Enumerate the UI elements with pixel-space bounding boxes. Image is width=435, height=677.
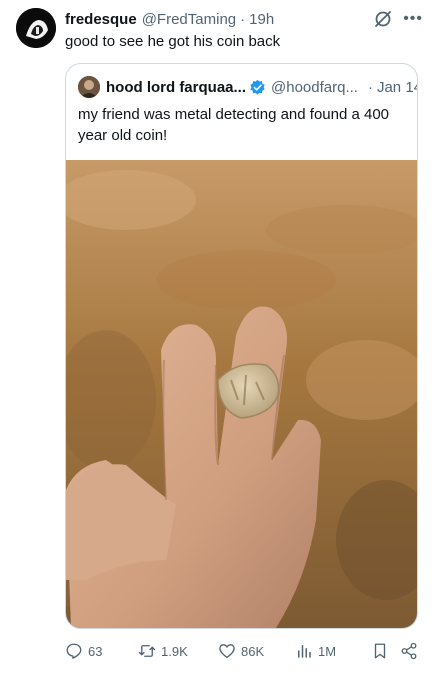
action-bar: 63 1.9K 86K 1M xyxy=(65,640,421,662)
header-icons: ••• xyxy=(373,9,423,29)
tweet-text: good to see he got his coin back xyxy=(65,33,281,50)
more-icon[interactable]: ••• xyxy=(403,9,423,29)
tweet: fredesque @FredTaming · 19h ••• good to … xyxy=(0,0,435,677)
timestamp[interactable]: 19h xyxy=(249,11,274,28)
like-button[interactable]: 86K xyxy=(218,640,264,662)
coin-in-hand-photo xyxy=(66,160,417,628)
quote-date: Jan 14 xyxy=(376,78,418,96)
quote-avatar xyxy=(78,76,100,98)
separator-dot: · xyxy=(240,10,246,28)
quote-text: my friend was metal detecting and found … xyxy=(78,106,390,144)
quote-tweet-card[interactable]: hood lord farquaa... @hoodfarq... · Jan … xyxy=(65,63,418,629)
bookmark-icon xyxy=(374,643,386,659)
repost-count: 1.9K xyxy=(161,643,188,659)
avatar[interactable] xyxy=(16,8,56,48)
repost-button[interactable]: 1.9K xyxy=(138,640,188,662)
display-name[interactable]: fredesque xyxy=(65,11,137,28)
quote-handle: @hoodfarq... xyxy=(271,78,358,96)
avatar-image xyxy=(16,8,56,48)
bookmark-button[interactable] xyxy=(371,640,389,662)
share-button[interactable] xyxy=(400,640,418,662)
views-button[interactable]: 1M xyxy=(295,640,336,662)
views-icon xyxy=(298,645,311,658)
tweet-header: fredesque @FredTaming · 19h ••• xyxy=(65,9,423,29)
user-handle[interactable]: @FredTaming xyxy=(142,11,236,28)
quote-display-name: hood lord farquaa... xyxy=(106,78,247,96)
views-count: 1M xyxy=(318,643,337,659)
reply-count: 63 xyxy=(88,643,103,659)
repost-icon xyxy=(138,645,156,657)
heart-icon xyxy=(219,644,235,659)
grok-icon[interactable] xyxy=(373,9,393,29)
quote-header: hood lord farquaa... @hoodfarq... · Jan … xyxy=(78,76,417,98)
quote-separator-dot: · xyxy=(367,78,373,96)
share-icon xyxy=(401,642,417,660)
quote-avatar-image xyxy=(78,76,100,98)
quote-photo[interactable] xyxy=(66,160,417,628)
like-count: 86K xyxy=(241,643,265,659)
reply-button[interactable]: 63 xyxy=(65,640,102,662)
reply-icon xyxy=(66,643,82,659)
verified-badge-icon xyxy=(250,79,265,95)
